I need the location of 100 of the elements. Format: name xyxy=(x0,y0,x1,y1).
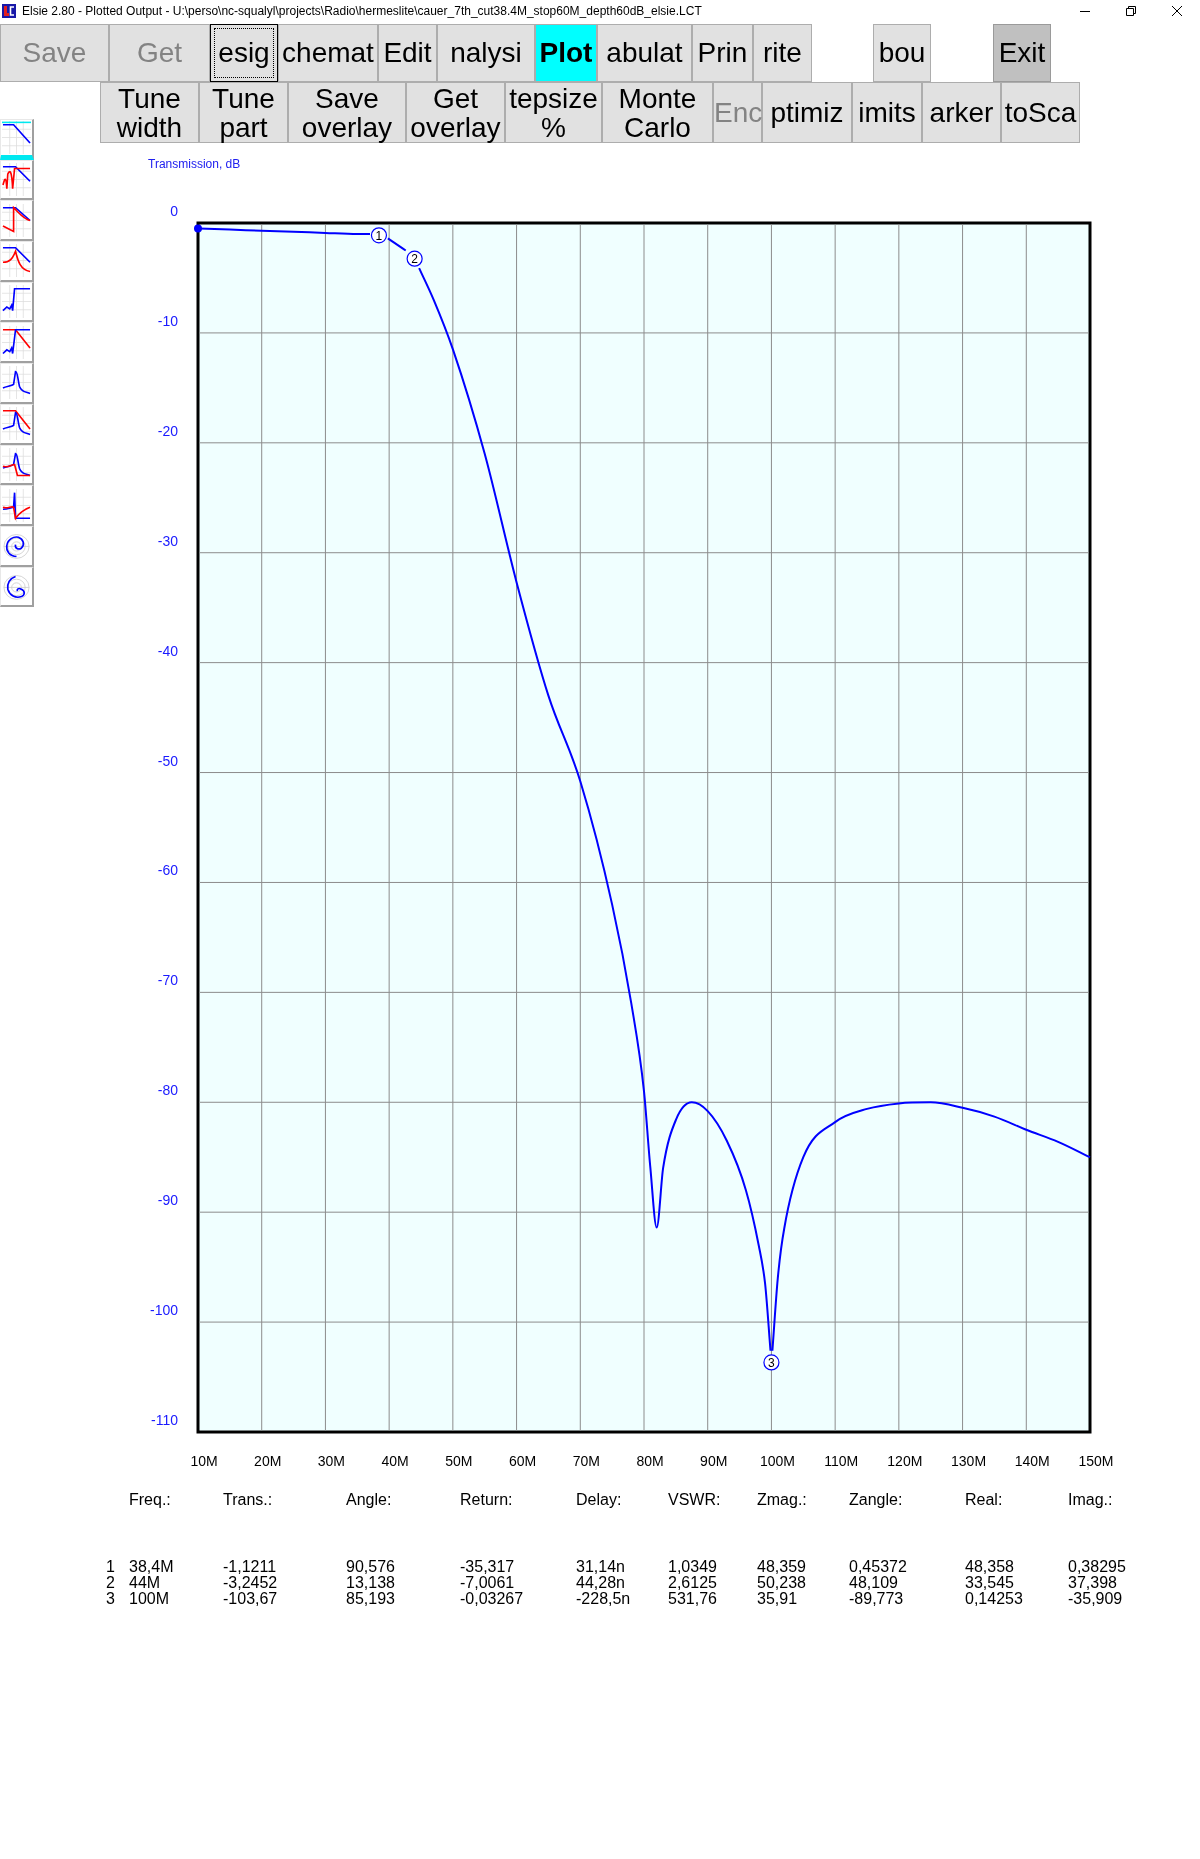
minimize-icon xyxy=(1080,10,1090,12)
plot-type-button[interactable] xyxy=(0,119,34,160)
toolbar-button[interactable]: esig xyxy=(210,24,278,82)
row-number: 3 xyxy=(106,1591,115,1607)
column-header: Zmag.: xyxy=(757,1492,807,1508)
x-tick-label: 90M xyxy=(700,1453,728,1469)
graph-icon xyxy=(2,407,31,441)
plot-type-button[interactable] xyxy=(0,322,34,364)
toolbar-button[interactable]: Plot xyxy=(535,24,597,82)
column-header: Return: xyxy=(460,1492,513,1508)
table-cell: 2,6125 xyxy=(668,1575,717,1591)
y-tick-label: 0 xyxy=(170,203,178,219)
y-tick-label: -70 xyxy=(157,972,178,989)
toolbar-button[interactable]: imits xyxy=(852,82,922,143)
plot-type-button[interactable] xyxy=(0,525,34,567)
axis-title: Transmission, dB xyxy=(148,157,241,171)
toolbar-button[interactable]: Exit xyxy=(993,24,1051,82)
table-cell: -228,5n xyxy=(576,1591,631,1607)
graph-icon xyxy=(2,244,31,278)
graph-icon xyxy=(2,447,31,481)
annotation: 3 xyxy=(768,1355,776,1370)
graph-icon xyxy=(2,120,31,154)
table-cell: 90,576 xyxy=(346,1559,395,1575)
y-tick-label: -110 xyxy=(151,1412,178,1428)
y-tick-label: -40 xyxy=(157,642,178,659)
toolbar-button[interactable]: bou xyxy=(873,24,931,82)
x-tick-label: 100M xyxy=(759,1453,795,1469)
plot-type-button[interactable] xyxy=(0,566,34,608)
table-cell: -89,773 xyxy=(849,1591,904,1607)
column-header: Delay: xyxy=(576,1492,622,1508)
close-icon xyxy=(1172,6,1182,16)
toolbar-button[interactable]: toSca xyxy=(1001,82,1080,143)
plot-type-button[interactable] xyxy=(0,159,34,201)
plot-type-button[interactable] xyxy=(0,281,34,323)
toolbar-button[interactable]: chemat xyxy=(278,24,378,82)
graph-icon xyxy=(2,488,31,522)
toolbar-button[interactable]: rite xyxy=(753,24,812,82)
toolbar-button[interactable]: Edit xyxy=(378,24,437,82)
table-cell: 48,359 xyxy=(757,1559,806,1575)
x-tick-label: 120M xyxy=(887,1453,923,1469)
table-cell: -1,1211 xyxy=(223,1559,277,1575)
y-tick-label: -50 xyxy=(157,752,178,769)
annotation: 2 xyxy=(411,252,419,267)
plot-type-button[interactable] xyxy=(0,363,34,404)
column-header: Imag.: xyxy=(1068,1492,1113,1508)
column-header: Zangle: xyxy=(849,1492,903,1508)
toolbar-button[interactable]: arker xyxy=(922,82,1001,143)
toolbar-button[interactable]: Save overlay xyxy=(288,82,406,143)
y-tick-label: -80 xyxy=(157,1082,178,1099)
annotation: 1 xyxy=(375,228,383,243)
table-cell: 0,38295 xyxy=(1068,1559,1126,1575)
toolbar-button[interactable]: abulat xyxy=(597,24,692,82)
y-tick-label: -20 xyxy=(157,422,178,439)
table-cell: 48,109 xyxy=(849,1575,898,1591)
y-tick-label: -10 xyxy=(157,312,178,329)
table-cell: 44,28n xyxy=(576,1575,625,1591)
x-tick-label: 70M xyxy=(572,1453,600,1469)
table-cell: -35,909 xyxy=(1068,1591,1123,1607)
curve-marker: 3 xyxy=(763,1354,780,1371)
table-cell: 35,91 xyxy=(757,1591,798,1607)
x-tick-label: 30M xyxy=(317,1453,346,1469)
toolbar-button[interactable]: Monte Carlo xyxy=(602,82,713,143)
plot-type-button[interactable] xyxy=(0,444,34,486)
toolbar-button[interactable]: tepsize % xyxy=(505,82,602,143)
table-cell: 531,76 xyxy=(668,1591,717,1607)
x-tick-label: 40M xyxy=(381,1453,409,1469)
plot-type-button[interactable] xyxy=(0,241,34,282)
toolbar-button[interactable]: Prin xyxy=(692,24,753,82)
table-cell: 44M xyxy=(129,1575,161,1591)
toolbar-button[interactable]: Get overlay xyxy=(406,82,505,143)
row-number: 1 xyxy=(106,1559,115,1575)
x-tick-label: 50M xyxy=(445,1453,473,1469)
cursor-dot-icon xyxy=(194,224,202,233)
curve-marker: 2 xyxy=(406,250,423,267)
plot-type-button[interactable] xyxy=(0,403,34,445)
table-cell: -3,2452 xyxy=(223,1575,278,1591)
plot-type-button[interactable] xyxy=(0,200,34,242)
plot-type-button[interactable] xyxy=(0,485,34,526)
table-cell: 100M xyxy=(129,1591,170,1607)
table-cell: 0,14253 xyxy=(965,1591,1023,1607)
graph-icon xyxy=(2,203,31,237)
y-tick-label: -60 xyxy=(157,862,178,879)
x-tick-label: 10M xyxy=(190,1453,218,1469)
column-header: Freq.: xyxy=(129,1492,171,1508)
toolbar-button[interactable]: ptimiz xyxy=(762,82,852,143)
table-cell: -0,03267 xyxy=(460,1591,524,1607)
table-cell: 50,238 xyxy=(757,1575,806,1591)
toolbar-button[interactable]: Tune width xyxy=(100,82,199,143)
x-tick-label: 80M xyxy=(636,1453,664,1469)
column-header: Angle: xyxy=(346,1492,392,1508)
window-title: Elsie 2.80 - Plotted Output - U:\perso\nc-squalyl\projects\Radio\hermeslite\cauer_7th_cut38.4M_stop60M_depth60dB_elsie.LCT xyxy=(22,4,702,18)
graph-icon xyxy=(2,325,31,359)
table-cell: -103,67 xyxy=(223,1591,278,1607)
toolbar-button[interactable]: nalysi xyxy=(437,24,535,82)
x-tick-label: 20M xyxy=(254,1453,282,1469)
column-header: VSWR: xyxy=(668,1492,721,1508)
y-tick-label: -100 xyxy=(149,1302,178,1319)
toolbar-button[interactable]: Tune part xyxy=(199,82,288,143)
x-tick-label: 140M xyxy=(1014,1453,1050,1469)
table-cell: -7,0061 xyxy=(460,1575,515,1591)
